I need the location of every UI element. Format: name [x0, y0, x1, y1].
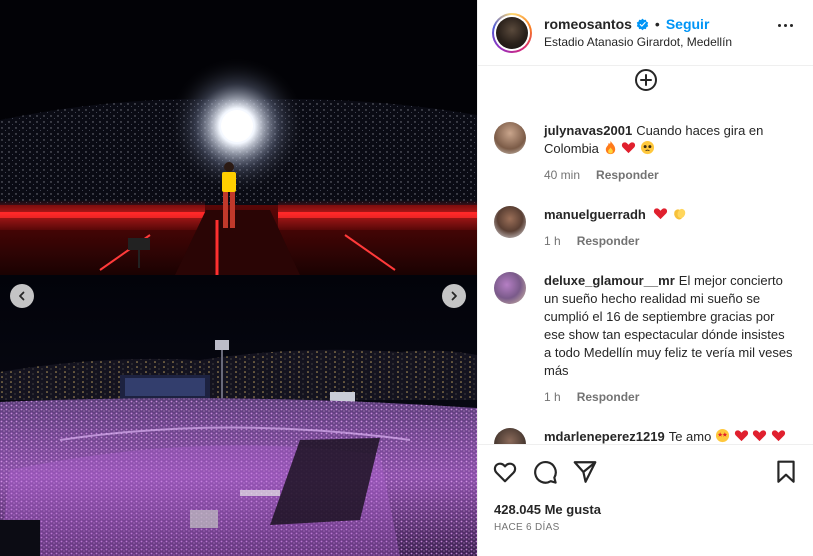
comment-text: Te amo: [668, 429, 712, 444]
comment-username[interactable]: manuelguerradh: [544, 207, 646, 222]
instagram-post: romeosantos • Seguir Estadio Atanasio Gi…: [0, 0, 813, 556]
red-heart-emoji-icon: [734, 430, 748, 442]
comment-avatar[interactable]: [494, 122, 526, 154]
chevron-left-icon: [19, 291, 25, 301]
comment-time: 1 h: [544, 390, 561, 404]
comment-time: 1 h: [544, 234, 561, 248]
carousel-next-button[interactable]: [442, 284, 466, 308]
comment-username[interactable]: deluxe_glamour__mr: [544, 273, 675, 288]
comment-item: mdarleneperez1219 Te amo: [494, 428, 802, 444]
fire-emoji-icon: [605, 140, 615, 155]
separator-dot: •: [654, 16, 660, 32]
likes-count[interactable]: 428.045 Me gusta: [494, 502, 601, 517]
red-heart-emoji-icon: [622, 142, 636, 154]
author-username[interactable]: romeosantos: [544, 16, 632, 32]
comment-time: 40 min: [544, 168, 581, 182]
avatar[interactable]: [492, 12, 532, 53]
clapping-hands-emoji-icon: [674, 208, 686, 220]
red-heart-emoji-icon: [771, 430, 785, 442]
comment-item: julynavas2001 Cuando haces gira en Colomb…: [494, 122, 802, 184]
post-location[interactable]: Estadio Atanasio Girardot, Medellín: [544, 35, 732, 49]
paper-plane-icon[interactable]: [572, 459, 598, 485]
reply-button[interactable]: Responder: [577, 232, 640, 250]
more-options-icon[interactable]: [778, 24, 793, 27]
reply-button[interactable]: Responder: [577, 388, 640, 406]
concert-photo: [0, 0, 477, 556]
bookmark-icon[interactable]: [773, 459, 799, 485]
chevron-right-icon: [451, 291, 457, 301]
comments-list[interactable]: julynavas2001 Cuando haces gira en Colomb…: [478, 66, 813, 444]
verified-badge-icon: [636, 18, 649, 30]
red-heart-emoji-icon: [654, 208, 668, 220]
comment-avatar[interactable]: [494, 206, 526, 238]
comment-username[interactable]: mdarleneperez1219: [544, 429, 665, 444]
reply-button[interactable]: Responder: [596, 166, 659, 184]
comment-username[interactable]: julynavas2001: [544, 123, 632, 138]
speech-bubble-icon[interactable]: [532, 459, 558, 485]
post-media-carousel[interactable]: [0, 0, 477, 556]
comment-item: deluxe_glamour__mr El mejor concierto un …: [494, 272, 802, 406]
comment-item: manuelguerradh 1 h Responder: [494, 206, 802, 250]
heart-outline-icon[interactable]: [492, 459, 518, 485]
star-struck-emoji-icon: [715, 428, 730, 443]
comment-text: El mejor concierto un sueño hecho realid…: [544, 273, 793, 378]
post-side-panel: romeosantos • Seguir Estadio Atanasio Gi…: [477, 0, 813, 556]
carousel-prev-button[interactable]: [10, 284, 34, 308]
comment-avatar[interactable]: [494, 272, 526, 304]
avatar-image: [496, 16, 528, 49]
post-actions: 428.045 Me gusta HACE 6 DÍAS: [478, 444, 813, 556]
post-header: romeosantos • Seguir Estadio Atanasio Gi…: [478, 0, 813, 66]
red-heart-emoji-icon: [753, 430, 767, 442]
plus-circle-icon[interactable]: [634, 68, 658, 92]
pleading-face-emoji-icon: [640, 140, 654, 155]
comment-avatar[interactable]: [494, 428, 526, 444]
post-date: HACE 6 DÍAS: [494, 522, 560, 533]
follow-button[interactable]: Seguir: [666, 16, 710, 32]
